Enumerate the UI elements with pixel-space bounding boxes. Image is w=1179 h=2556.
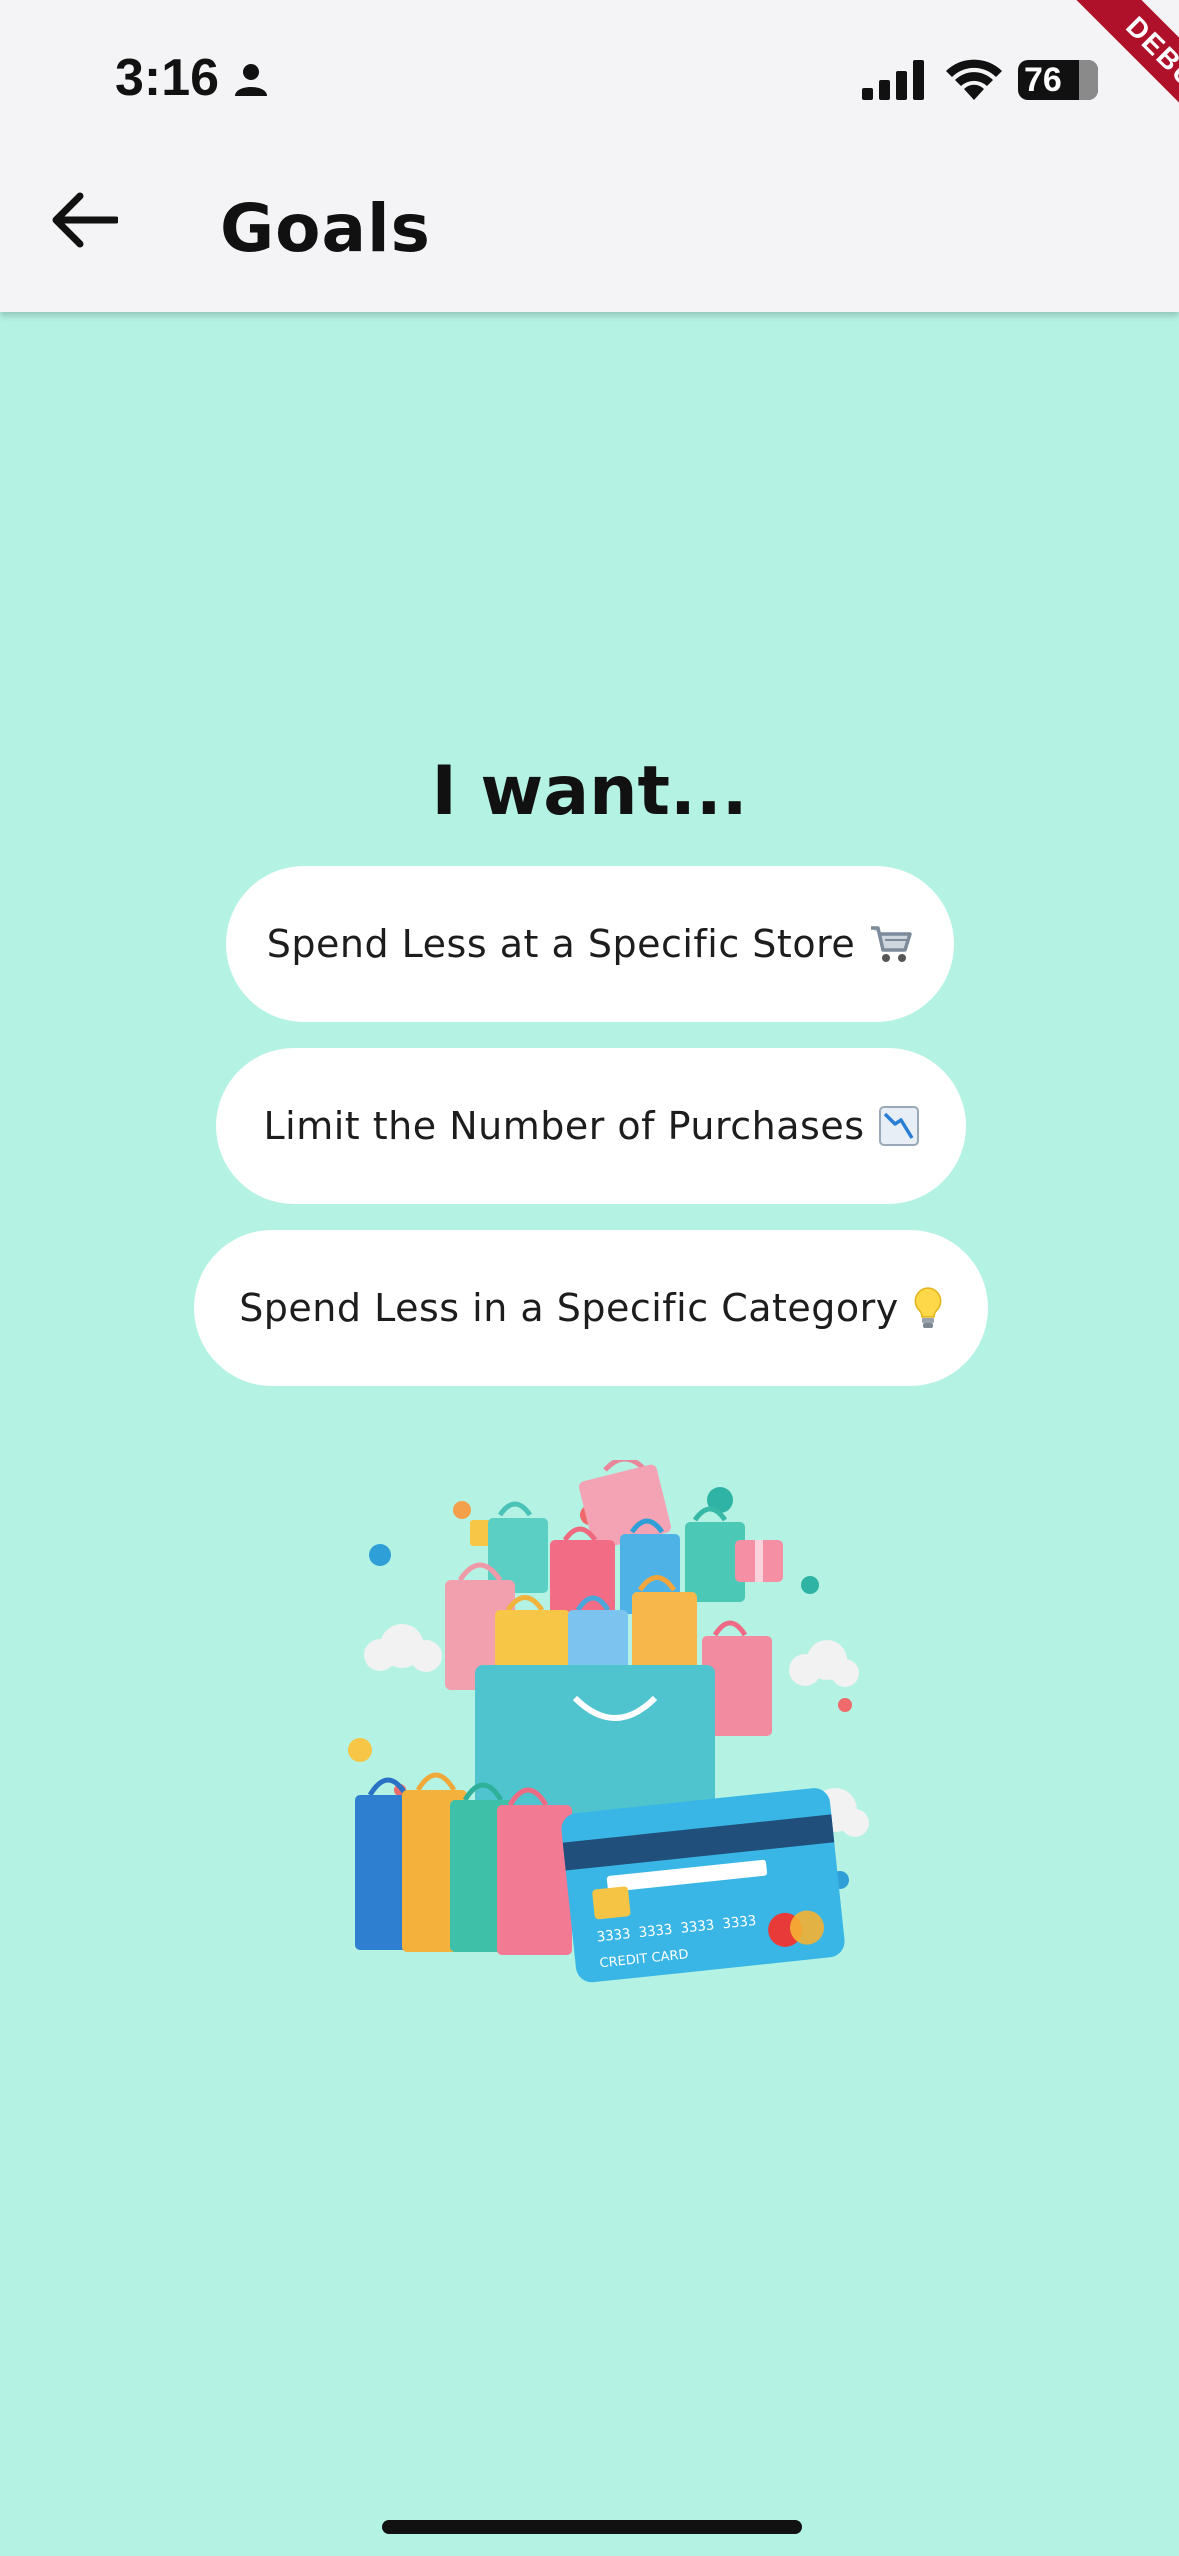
wifi-icon xyxy=(946,59,1002,100)
battery-icon: 76 xyxy=(1018,60,1098,100)
battery-level: 76 xyxy=(1024,61,1062,99)
back-button[interactable] xyxy=(45,180,125,260)
status-time: 3:16 xyxy=(115,49,220,107)
heading: I want... xyxy=(431,752,748,831)
option-limit-purchases-button[interactable]: Limit the Number of Purchases xyxy=(216,1048,966,1204)
person-icon xyxy=(235,64,267,96)
light-bulb-icon xyxy=(913,1286,943,1330)
option-spend-less-category-button[interactable]: Spend Less in a Specific Category xyxy=(194,1230,988,1386)
shopping-bags-credit-card-illustration: 3333 3333 3333 3333 CREDIT CARD xyxy=(348,1460,869,1983)
signal-icon xyxy=(862,60,924,100)
option-label: Spend Less in a Specific Category xyxy=(239,1286,899,1330)
option-spend-less-store-button[interactable]: Spend Less at a Specific Store xyxy=(226,866,954,1022)
home-indicator[interactable] xyxy=(382,2520,802,2534)
option-label: Spend Less at a Specific Store xyxy=(266,922,856,966)
chart-decreasing-icon xyxy=(878,1106,919,1146)
shopping-cart-icon xyxy=(869,924,913,964)
page-title: Goals xyxy=(220,190,431,267)
option-label: Limit the Number of Purchases xyxy=(263,1104,865,1148)
app-bar: 3:16 76 Goals xyxy=(0,0,1179,312)
arrow-left-icon xyxy=(52,192,118,248)
